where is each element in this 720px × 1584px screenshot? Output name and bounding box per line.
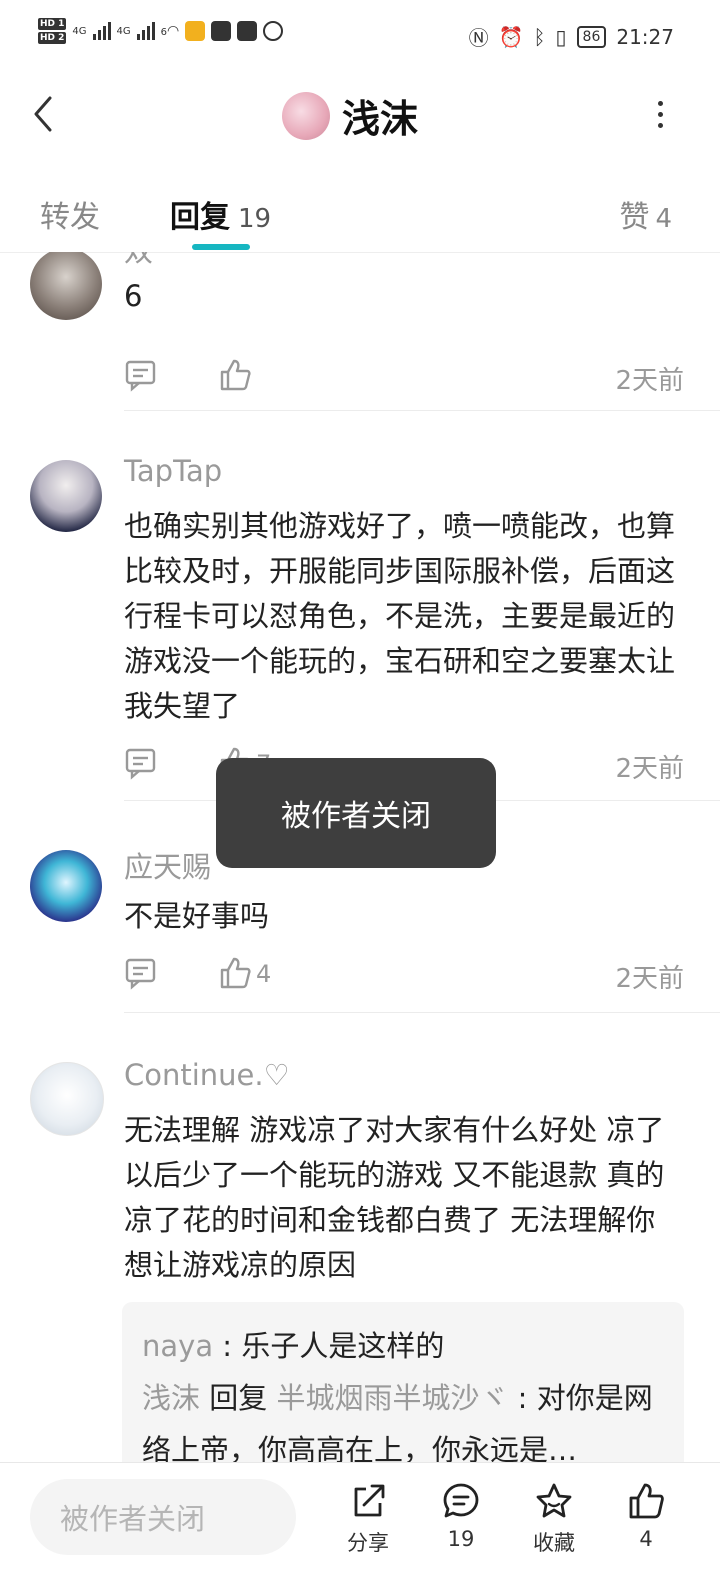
like-count: 4: [256, 960, 272, 988]
app-notification-icon: [211, 21, 232, 41]
more-options-button[interactable]: [648, 94, 672, 134]
nested-reply: naya : 乐子人是这样的: [142, 1320, 664, 1372]
tab-reply-count: 19: [238, 204, 272, 234]
star-icon: [536, 1483, 572, 1518]
bluetooth-icon: ᛒ: [533, 24, 546, 49]
wifi-icon: 6◠: [160, 23, 180, 39]
page-title: 浅沫: [342, 97, 419, 141]
divider: [124, 1012, 720, 1013]
page-header: 浅沫: [0, 72, 720, 162]
reply-separator: :: [213, 1329, 242, 1363]
comment-actions: 2天前: [124, 358, 684, 398]
alarm-icon: ⏰: [498, 24, 524, 49]
reply-icon[interactable]: [124, 746, 158, 780]
share-icon: [354, 1484, 385, 1517]
comment-item: 双一 6 2天前: [0, 252, 720, 414]
comment-actions: 4 2天前: [124, 956, 684, 996]
share-button[interactable]: 分享: [328, 1481, 408, 1557]
reply-icon[interactable]: [124, 956, 158, 990]
hd1-badge: HD 1: [38, 18, 67, 30]
comment-username[interactable]: 双一: [124, 252, 182, 270]
tab-forward[interactable]: 转发: [40, 192, 100, 236]
tab-like-count: 4: [655, 204, 672, 234]
reply-author[interactable]: 浅沫: [142, 1381, 200, 1415]
tab-bar: 转发 回复 19 赞4: [0, 178, 720, 253]
dot-icon: [657, 100, 663, 106]
mail-icon: [185, 21, 206, 41]
share-label: 分享: [347, 1531, 389, 1555]
tab-forward-label: 转发: [40, 200, 100, 235]
back-button[interactable]: [24, 92, 64, 136]
toast-message: 被作者关闭: [216, 758, 496, 868]
like-count: 4: [639, 1527, 653, 1551]
favorite-label: 收藏: [533, 1531, 575, 1555]
app-notification-icon: [237, 21, 258, 41]
divider: [124, 410, 720, 411]
reply-separator: :: [508, 1381, 537, 1415]
user-avatar-icon[interactable]: [30, 252, 102, 320]
reply-target[interactable]: 半城烟雨半城沙ヾ: [276, 1381, 508, 1415]
reply-verb: 回复: [200, 1381, 277, 1415]
comment-button[interactable]: 19: [421, 1481, 501, 1551]
status-bar-right: Ⓝ ⏰ ᛒ ▯ 86 21:27: [469, 22, 674, 51]
title-area: 浅沫: [282, 88, 418, 143]
status-bar-left: HD 1 HD 2 4G 4G 6◠: [38, 18, 284, 44]
comment-input[interactable]: 被作者关闭: [30, 1479, 296, 1555]
comment-count: 19: [447, 1527, 475, 1551]
network-label-2: 4G: [116, 25, 131, 37]
like-button[interactable]: 4: [606, 1481, 686, 1551]
comment-text: 不是好事吗: [124, 899, 270, 933]
user-avatar-icon[interactable]: [30, 460, 102, 532]
clock: 21:27: [616, 24, 674, 49]
active-tab-indicator: [192, 244, 250, 250]
signal-icon: [92, 22, 111, 40]
user-avatar-icon[interactable]: [30, 850, 102, 922]
dot-icon: [657, 122, 663, 128]
wifi-label: 6: [160, 27, 168, 38]
tab-like-label: 赞: [619, 200, 650, 235]
comment-item: TapTap 也确实别其他游戏好了，喷一喷能改，也算比较及时，开服能同步国际服补…: [0, 450, 720, 801]
comment-username[interactable]: 应天赐: [124, 844, 211, 886]
comment-username[interactable]: TapTap: [124, 454, 222, 488]
comment-text: 无法理解 游戏凉了对大家有什么好处 凉了以后少了一个能玩的游戏 又不能退款 真的…: [124, 1113, 665, 1282]
status-bar: HD 1 HD 2 4G 4G 6◠ Ⓝ ⏰ ᛒ ▯ 86 21:27: [0, 0, 720, 72]
dot-icon: [657, 111, 663, 117]
comment-username[interactable]: Continue.♡: [124, 1058, 290, 1092]
hd2-badge: HD 2: [38, 32, 67, 44]
reply-author[interactable]: naya: [142, 1329, 213, 1363]
network-label-1: 4G: [72, 25, 87, 37]
reply-icon[interactable]: [124, 358, 158, 392]
battery-icon: 86: [576, 25, 607, 48]
loading-icon: [263, 21, 284, 41]
thumbs-up-icon[interactable]: [218, 956, 252, 990]
comment-text: 也确实别其他游戏好了，喷一喷能改，也算比较及时，开服能同步国际服补偿，后面这行程…: [124, 509, 676, 723]
chevron-left-icon: [34, 96, 52, 132]
comment-time: 2天前: [615, 964, 684, 994]
tab-reply[interactable]: 回复 19: [170, 192, 271, 236]
bottom-action-bar: 被作者关闭 分享 19 收藏 4: [0, 1462, 720, 1584]
comment-item: Continue.♡ 无法理解 游戏凉了对大家有什么好处 凉了以后少了一个能玩的…: [0, 1052, 720, 1462]
thumbs-up-icon[interactable]: [218, 358, 252, 392]
thumbs-up-icon: [629, 1483, 664, 1519]
user-avatar-icon[interactable]: [30, 1062, 104, 1136]
nested-reply: 浅沫 回复 半城烟雨半城沙ヾ : 对你是网络上帝，你高高在上，你永远是…: [142, 1372, 664, 1462]
comment-icon: [443, 1483, 479, 1518]
comment-time: 2天前: [615, 754, 684, 784]
tab-reply-label: 回复: [170, 200, 230, 235]
signal-icon: [136, 22, 155, 40]
tab-like[interactable]: 赞4: [619, 192, 672, 236]
comment-time: 2天前: [615, 366, 684, 396]
user-avatar-icon[interactable]: [282, 91, 330, 140]
comment-text: 6: [124, 279, 143, 313]
hd-indicators: HD 1 HD 2: [38, 18, 67, 44]
favorite-button[interactable]: 收藏: [514, 1481, 594, 1557]
nfc-icon: Ⓝ: [468, 26, 489, 50]
vibrate-icon: ▯: [555, 24, 567, 49]
nested-replies[interactable]: naya : 乐子人是这样的 浅沫 回复 半城烟雨半城沙ヾ : 对你是网络上帝，…: [122, 1302, 684, 1462]
reply-text: 乐子人是这样的: [241, 1329, 445, 1363]
